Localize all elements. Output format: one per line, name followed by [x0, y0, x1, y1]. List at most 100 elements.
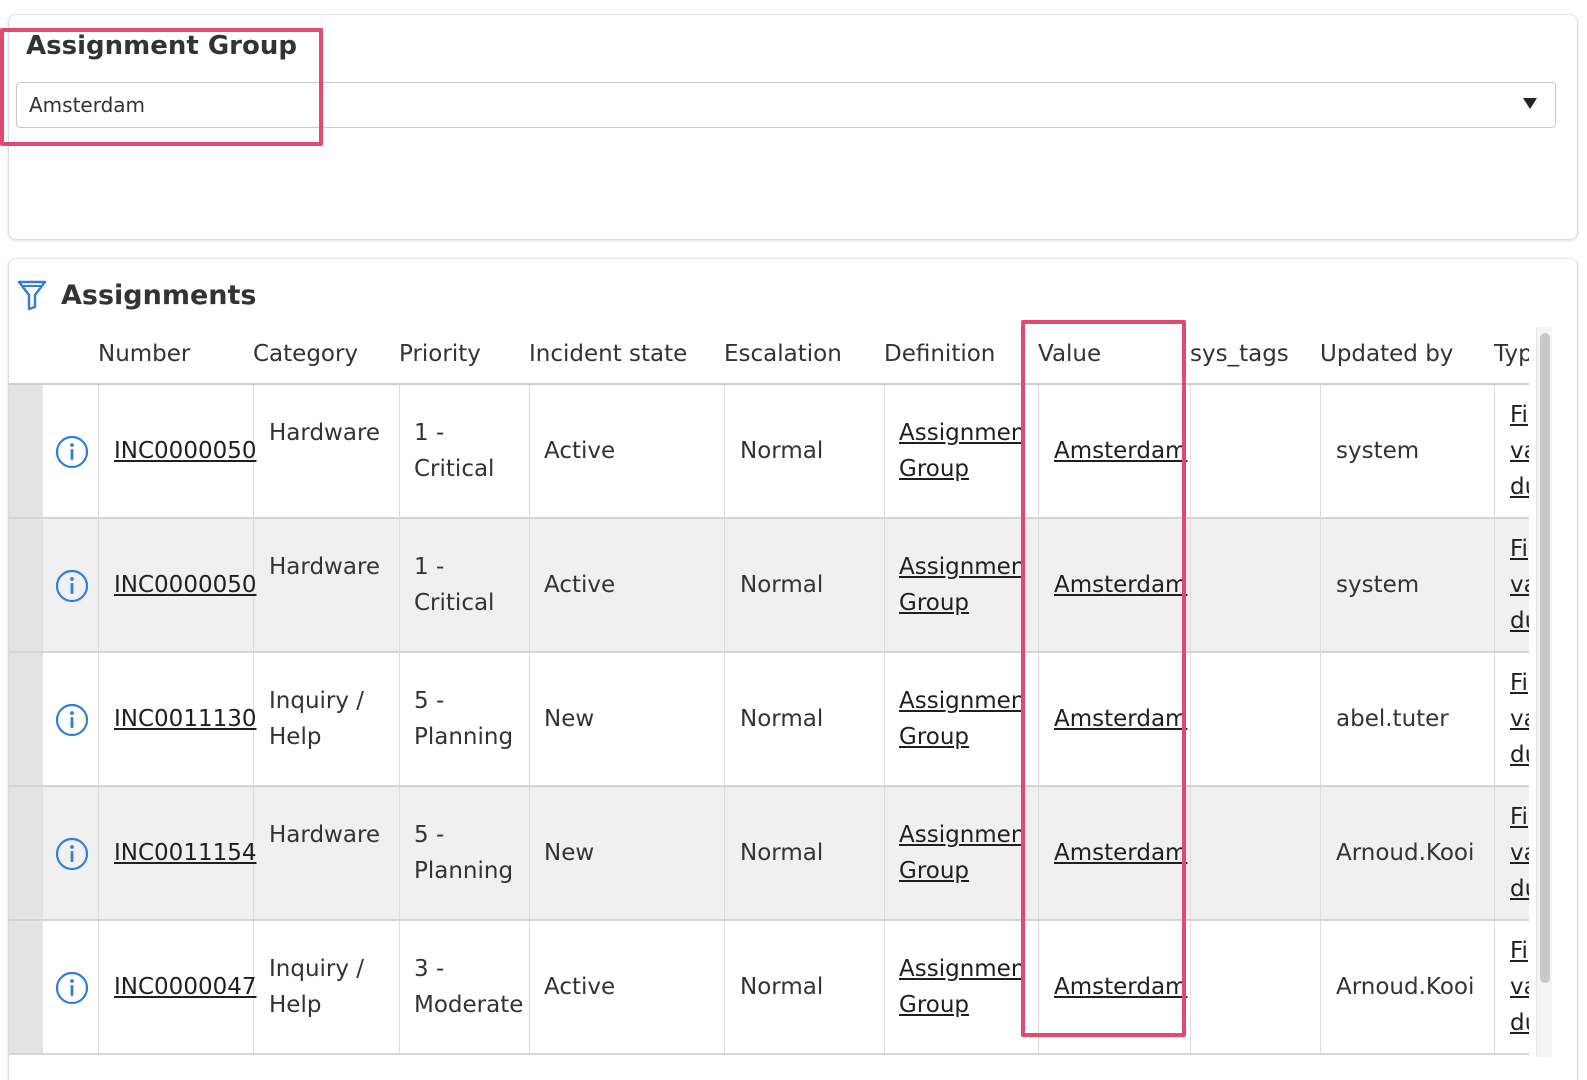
definition-link-line1[interactable]: Assignment: [899, 683, 1023, 719]
definition-link-line2[interactable]: Group: [899, 853, 969, 889]
definition-link-line2[interactable]: Group: [899, 451, 969, 487]
column-divider: [399, 787, 400, 919]
type-link-line1[interactable]: Fi: [1510, 397, 1528, 433]
assignment-group-label: Assignment Group: [26, 31, 297, 61]
type-link-line2[interactable]: va: [1510, 567, 1529, 603]
info-circle-icon[interactable]: [55, 703, 89, 737]
vertical-scrollbar[interactable]: [1536, 327, 1552, 1057]
column-header-definition[interactable]: Definition: [884, 341, 995, 367]
priority-cell-line2: Planning: [414, 724, 514, 750]
column-divider: [724, 653, 725, 785]
escalation-cell: Normal: [740, 974, 824, 1000]
incident-number-link[interactable]: INC0011130: [114, 701, 256, 737]
info-circle-icon[interactable]: [55, 435, 89, 469]
scrollbar-thumb[interactable]: [1540, 333, 1550, 983]
column-divider: [1190, 653, 1191, 785]
type-link-line3[interactable]: du: [1510, 603, 1529, 639]
type-link-line2[interactable]: va: [1510, 835, 1529, 871]
info-circle-icon[interactable]: [55, 569, 89, 603]
column-header-updated-by[interactable]: Updated by: [1320, 341, 1453, 367]
column-divider: [98, 787, 99, 919]
column-divider: [529, 787, 530, 919]
value-link[interactable]: Amsterdam: [1054, 969, 1187, 1005]
table-row[interactable]: INC0011130 Inquiry / Help 5 - Planning N…: [9, 653, 1529, 787]
row-gutter: [9, 787, 43, 919]
type-link-line3[interactable]: du: [1510, 1005, 1529, 1041]
funnel-icon[interactable]: [17, 279, 47, 311]
value-link[interactable]: Amsterdam: [1054, 835, 1187, 871]
definition-link-line1[interactable]: Assignment: [899, 951, 1023, 987]
definition-link-line2[interactable]: Group: [899, 719, 969, 755]
type-link-line3[interactable]: du: [1510, 871, 1529, 907]
incident-state-cell: New: [544, 706, 595, 732]
column-header-number[interactable]: Number: [98, 341, 190, 367]
table-row[interactable]: INC0011154 Hardware 5 - Planning New Nor…: [9, 787, 1529, 921]
priority-cell-line2: Critical: [414, 456, 495, 482]
column-divider: [1494, 385, 1495, 517]
type-link-line2[interactable]: va: [1510, 969, 1529, 1005]
incident-state-cell: New: [544, 840, 595, 866]
column-divider: [1320, 787, 1321, 919]
column-divider: [1494, 787, 1495, 919]
table-row[interactable]: INC0000050 Hardware 1 - Critical Active …: [9, 519, 1529, 653]
info-circle-icon[interactable]: [55, 837, 89, 871]
assignments-list-panel: Assignments Number Category Priority Inc…: [8, 258, 1578, 1080]
info-circle-icon[interactable]: [55, 971, 89, 1005]
column-divider: [1190, 921, 1191, 1053]
definition-link-line1[interactable]: Assignment: [899, 817, 1023, 853]
column-header-incident-state[interactable]: Incident state: [529, 341, 687, 367]
type-link-line1[interactable]: Fi: [1510, 531, 1528, 567]
value-link[interactable]: Amsterdam: [1054, 701, 1187, 737]
updated-by-cell: abel.tuter: [1336, 706, 1449, 732]
type-link-line2[interactable]: va: [1510, 433, 1529, 469]
column-header-category[interactable]: Category: [253, 341, 358, 367]
definition-link-line1[interactable]: Assignment: [899, 415, 1023, 451]
type-link-line3[interactable]: du: [1510, 737, 1529, 773]
type-link-line1[interactable]: Fi: [1510, 665, 1528, 701]
assignment-group-select[interactable]: Amsterdam: [16, 82, 1556, 128]
column-divider: [399, 519, 400, 651]
incident-number-link[interactable]: INC0000050: [114, 567, 256, 603]
column-header-priority[interactable]: Priority: [399, 341, 481, 367]
column-divider: [399, 653, 400, 785]
value-link[interactable]: Amsterdam: [1054, 567, 1187, 603]
column-divider: [98, 921, 99, 1053]
row-gutter: [9, 653, 43, 785]
column-header-escalation[interactable]: Escalation: [724, 341, 842, 367]
incident-number-link[interactable]: INC0011154: [114, 835, 256, 871]
type-link-line3[interactable]: du: [1510, 469, 1529, 505]
column-divider: [1320, 385, 1321, 517]
column-divider: [884, 787, 885, 919]
type-link-line2[interactable]: va: [1510, 701, 1529, 737]
column-divider: [529, 385, 530, 517]
column-divider: [1494, 653, 1495, 785]
category-cell-line2: Help: [269, 724, 322, 750]
column-divider: [1190, 385, 1191, 517]
column-header-type[interactable]: Typ: [1494, 341, 1529, 367]
incident-number-link[interactable]: INC0000050: [114, 433, 256, 469]
table-row[interactable]: INC0000050 Hardware 1 - Critical Active …: [9, 385, 1529, 519]
column-header-sys-tags[interactable]: sys_tags: [1190, 341, 1289, 367]
updated-by-cell: Arnoud.Kooi: [1336, 974, 1475, 1000]
column-header-value[interactable]: Value: [1038, 341, 1101, 367]
escalation-cell: Normal: [740, 706, 824, 732]
caret-down-icon[interactable]: [1523, 98, 1537, 109]
value-link[interactable]: Amsterdam: [1054, 433, 1187, 469]
priority-cell-line2: Planning: [414, 858, 514, 884]
assignments-table: Number Category Priority Incident state …: [9, 321, 1529, 1061]
table-row[interactable]: INC0000047 Inquiry / Help 3 - Moderate A…: [9, 921, 1529, 1055]
incident-state-cell: Active: [544, 572, 616, 598]
type-link-line1[interactable]: Fi: [1510, 933, 1528, 969]
column-divider: [884, 921, 885, 1053]
column-divider: [1320, 653, 1321, 785]
type-link-line1[interactable]: Fi: [1510, 799, 1528, 835]
column-divider: [98, 653, 99, 785]
category-cell-line1: Hardware: [269, 554, 381, 580]
incident-number-link[interactable]: INC0000047: [114, 969, 256, 1005]
definition-link-line1[interactable]: Assignment: [899, 549, 1023, 585]
row-gutter: [9, 385, 43, 517]
priority-cell-line1: 1 -: [414, 420, 445, 446]
category-cell-line1: Hardware: [269, 420, 381, 446]
definition-link-line2[interactable]: Group: [899, 585, 969, 621]
definition-link-line2[interactable]: Group: [899, 987, 969, 1023]
